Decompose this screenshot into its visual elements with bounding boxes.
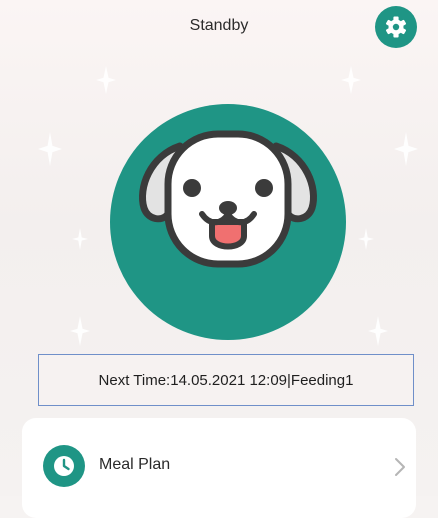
sparkle-icon xyxy=(394,132,418,166)
dog-face-icon xyxy=(139,130,317,268)
next-feeding-text: Next Time:14.05.2021 12:09|Feeding1 xyxy=(98,371,354,389)
next-feeding-banner: Next Time:14.05.2021 12:09|Feeding1 xyxy=(38,354,414,406)
sparkle-icon xyxy=(341,66,361,94)
meal-plan-label: Meal Plan xyxy=(99,456,171,473)
menu-card: Meal Plan xyxy=(22,418,416,518)
chevron-right-icon xyxy=(395,458,405,476)
page-title: Standby xyxy=(189,17,249,34)
settings-button[interactable] xyxy=(375,6,417,48)
sparkle-icon xyxy=(368,316,388,346)
sparkle-icon xyxy=(358,228,374,250)
sparkle-icon xyxy=(96,66,116,94)
meal-plan-icon-badge xyxy=(43,445,85,487)
pet-avatar xyxy=(110,104,346,340)
sparkle-icon xyxy=(38,132,62,166)
meal-plan-item[interactable]: Meal Plan xyxy=(22,436,416,496)
sparkle-icon xyxy=(70,316,90,346)
top-bar: Standby xyxy=(0,0,438,54)
clock-icon xyxy=(54,456,74,476)
gear-icon xyxy=(385,16,407,38)
sparkle-icon xyxy=(72,228,88,250)
